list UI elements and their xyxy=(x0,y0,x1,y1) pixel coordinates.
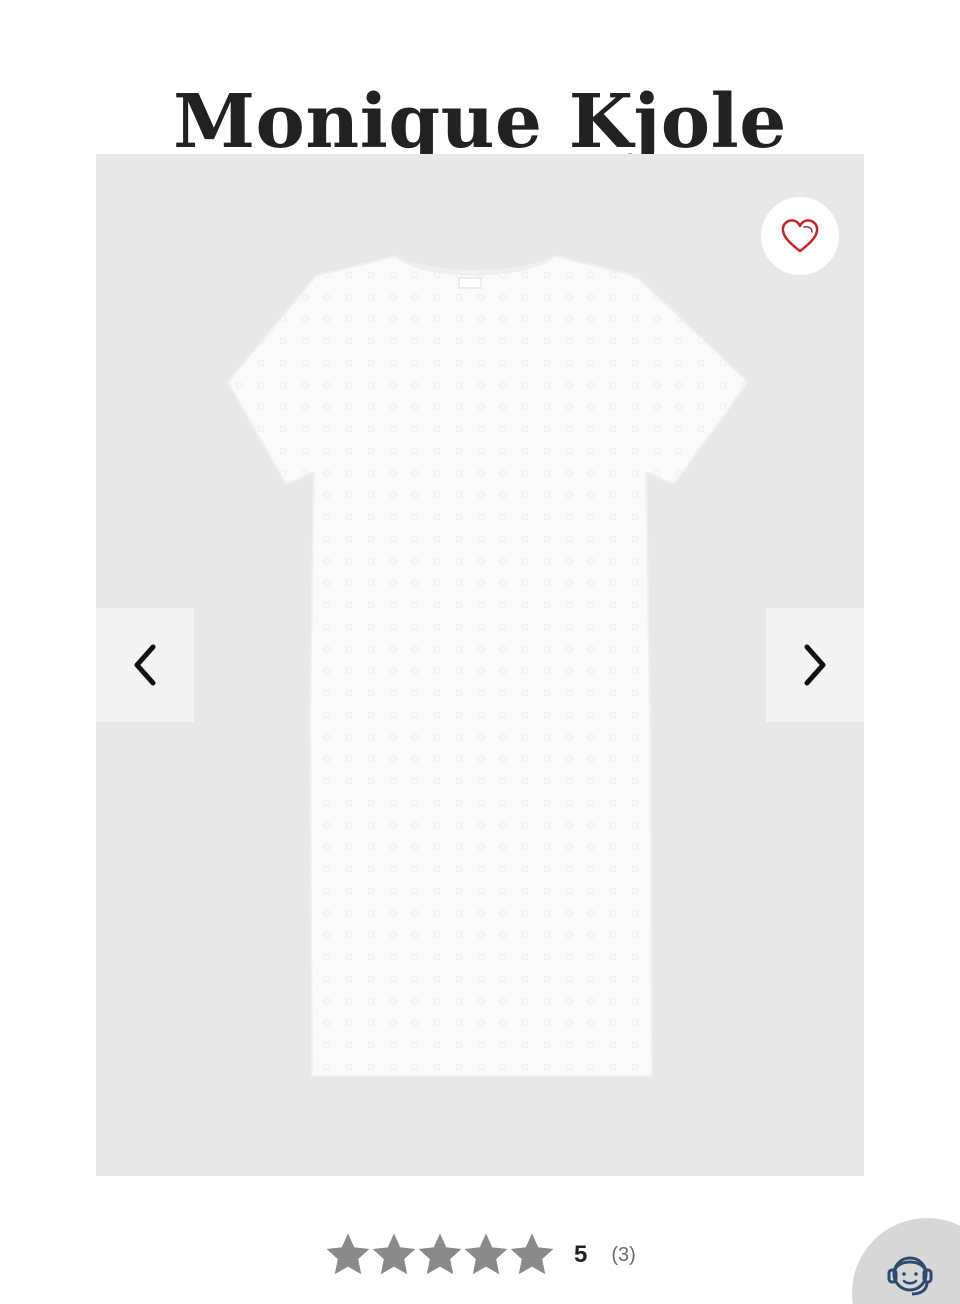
star-icon xyxy=(510,1233,554,1275)
next-image-button[interactable] xyxy=(766,608,864,722)
favorite-button[interactable] xyxy=(761,197,839,275)
star-icon xyxy=(326,1233,370,1275)
chevron-left-icon xyxy=(134,644,156,686)
customer-support-icon xyxy=(887,1256,933,1296)
product-gallery[interactable] xyxy=(96,154,864,1176)
review-count[interactable]: (3) xyxy=(611,1244,635,1267)
star-icon xyxy=(418,1233,462,1275)
product-page: Monique Kjole 5 (3) xyxy=(0,0,960,1304)
rating-stars xyxy=(326,1233,554,1277)
product-rating[interactable]: 5 (3) xyxy=(326,1230,636,1280)
heart-icon xyxy=(781,219,819,253)
customer-support-button[interactable] xyxy=(852,1218,960,1304)
chevron-right-icon xyxy=(804,644,826,686)
previous-image-button[interactable] xyxy=(96,608,194,722)
rating-value: 5 xyxy=(574,1241,588,1268)
star-icon xyxy=(464,1233,508,1275)
star-icon xyxy=(372,1233,416,1275)
product-image xyxy=(226,254,750,1077)
